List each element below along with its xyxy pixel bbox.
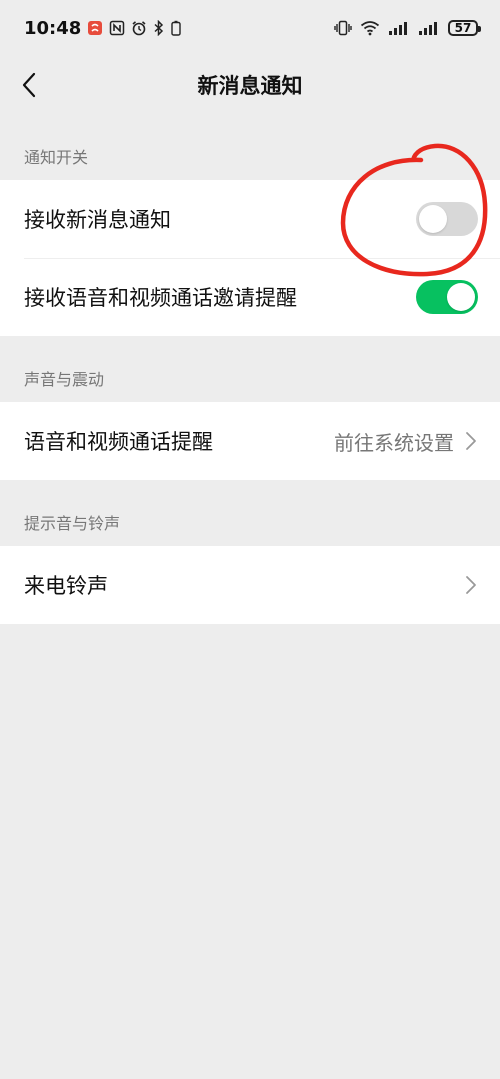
sound-vibration-group: 语音和视频通话提醒 前往系统设置: [0, 402, 500, 480]
row-receive-call-invite: 接收语音和视频通话邀请提醒: [0, 258, 500, 336]
bluetooth-icon: [154, 20, 164, 36]
back-icon[interactable]: [14, 68, 48, 102]
row-ringtone[interactable]: 来电铃声: [0, 546, 500, 624]
receive-new-message-toggle[interactable]: [416, 202, 478, 236]
vibrate-icon: [334, 20, 352, 36]
row-label: 接收新消息通知: [24, 208, 171, 232]
signal-icon: [419, 22, 437, 35]
page-title: 新消息通知: [197, 74, 303, 98]
tone-ringtone-group: 来电铃声: [0, 546, 500, 624]
alarm-icon: [132, 21, 146, 36]
section-header-notification-switch: 通知开关: [24, 148, 89, 167]
row-value-wrap: 前往系统设置: [334, 427, 478, 456]
toggle-knob: [419, 205, 447, 233]
nfc-icon: [110, 20, 125, 36]
app-notification-icon: [88, 21, 103, 35]
chevron-right-icon: [466, 432, 476, 450]
receive-call-invite-toggle[interactable]: [416, 280, 478, 314]
battery-icon: 57: [448, 20, 481, 36]
battery-level: 57: [454, 21, 472, 35]
section-header-sound-vibration: 声音与震动: [24, 370, 105, 389]
row-value: 前往系统设置: [334, 430, 454, 455]
wifi-icon: [360, 21, 380, 36]
row-call-reminder[interactable]: 语音和视频通话提醒 前往系统设置: [0, 402, 500, 480]
notification-switch-group: 接收新消息通知 接收语音和视频通话邀请提醒: [0, 180, 500, 336]
signal-icon: [389, 22, 407, 35]
nav-bar: 新消息通知: [0, 56, 500, 114]
row-label: 语音和视频通话提醒: [24, 430, 213, 454]
status-time: 10:48: [24, 17, 82, 39]
row-label: 接收语音和视频通话邀请提醒: [24, 286, 297, 310]
section-header-tone-ringtone: 提示音与铃声: [24, 514, 121, 533]
row-receive-new-message: 接收新消息通知: [0, 180, 500, 258]
battery-saver-icon: [171, 20, 181, 36]
toggle-knob: [447, 283, 475, 311]
row-label: 来电铃声: [24, 574, 108, 598]
status-bar: 10:48 57: [0, 0, 500, 56]
chevron-right-icon: [466, 576, 476, 594]
